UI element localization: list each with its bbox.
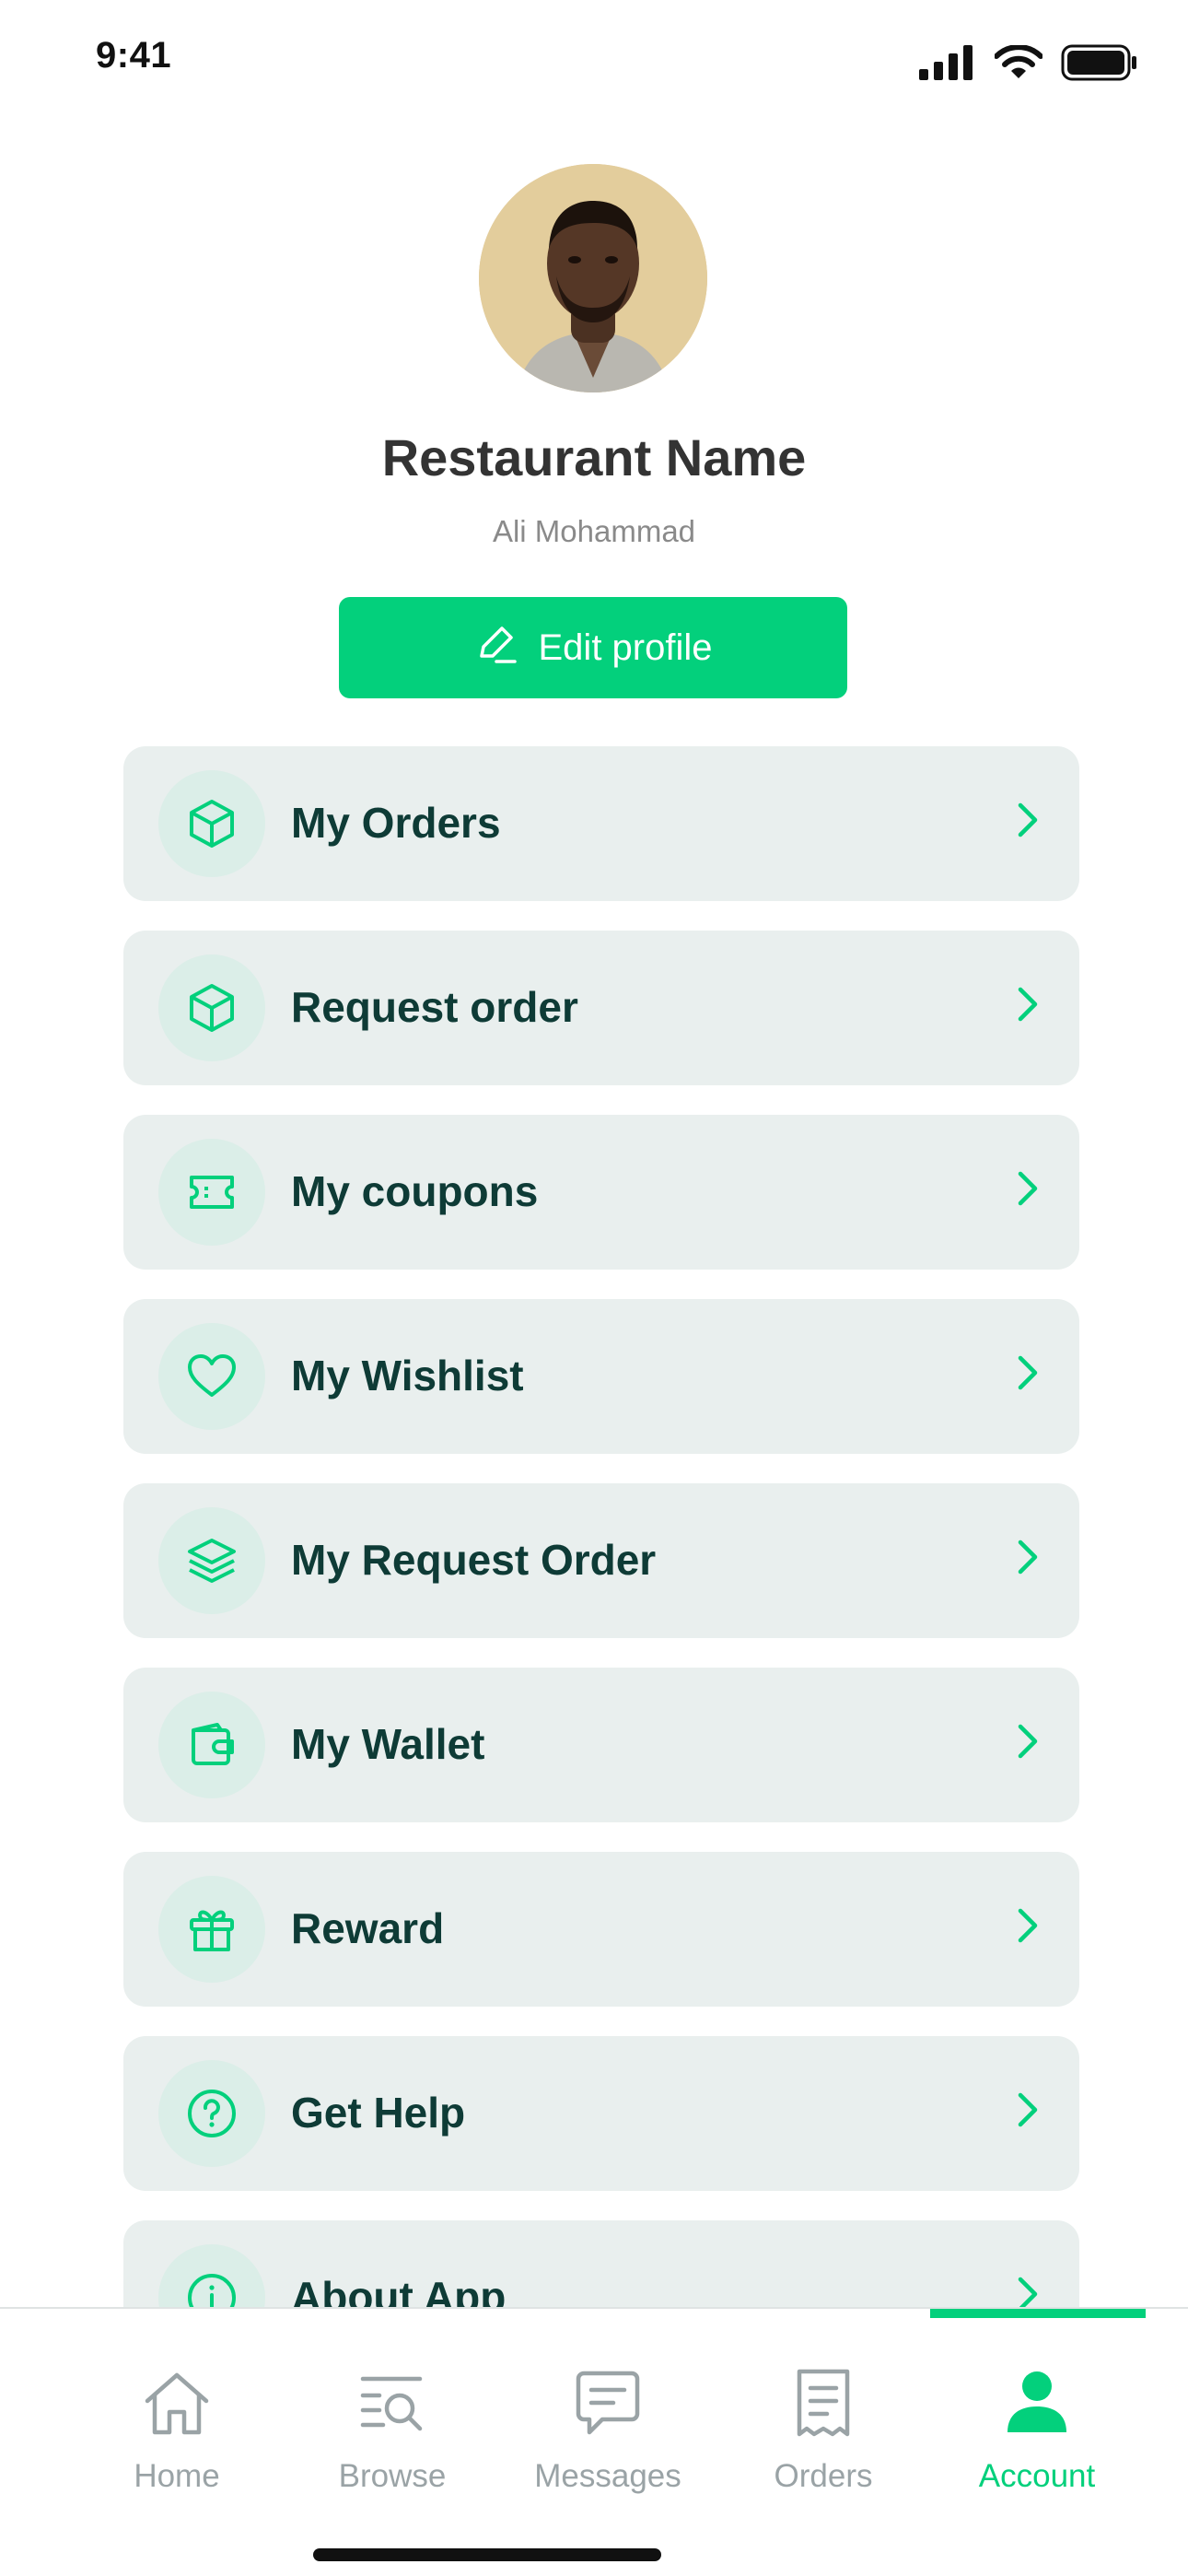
heart-icon [158,1323,265,1430]
restaurant-name: Restaurant Name [381,428,807,486]
chevron-right-icon [1009,1163,1046,1214]
home-icon [138,2364,215,2441]
menu-item-label: My Request Order [291,1536,657,1584]
menu-item-my-wallet[interactable]: My Wallet [123,1668,1079,1822]
owner-name: Ali Mohammad [492,514,696,548]
nav-item-account[interactable]: Account [945,2364,1129,2495]
layers-icon [158,1507,265,1614]
menu-item-my-orders[interactable]: My Orders [123,746,1079,901]
chevron-right-icon [1009,2084,1046,2136]
nav-item-messages[interactable]: Messages [516,2364,700,2495]
nav-item-browse[interactable]: Browse [300,2364,484,2495]
chevron-right-icon [1009,1715,1046,1767]
chevron-right-icon [1009,978,1046,1030]
menu-item-get-help[interactable]: Get Help [123,2036,1079,2191]
menu-item-my-coupons[interactable]: My coupons [123,1115,1079,1270]
chevron-right-icon [1009,1900,1046,1951]
pencil-icon [474,621,518,674]
menu-item-label: My Orders [291,799,501,847]
nav-label: Orders [774,2458,873,2494]
menu-item-reward[interactable]: Reward [123,1852,1079,2007]
edit-profile-label: Edit profile [538,626,713,668]
signal-icon [919,45,976,85]
user-icon [998,2364,1076,2441]
status-icons [919,44,1138,86]
menu-item-label: Reward [291,1904,445,1952]
box-icon [158,770,265,877]
browse-icon [354,2364,431,2441]
bottom-nav: Home Browse Messages Orders Account [0,2307,1188,2576]
menu-item-label: About App [291,2273,507,2307]
info-icon [158,2244,265,2307]
status-time: 9:41 [96,35,172,76]
home-indicator [313,2548,661,2561]
nav-item-orders[interactable]: Orders [731,2364,915,2495]
menu-item-label: My Wishlist [291,1352,524,1399]
menu-list[interactable]: My Orders Request order My coupons My Wi… [0,728,1188,2307]
ticket-icon [158,1139,265,1246]
menu-item-label: Get Help [291,2089,466,2137]
nav-item-home[interactable]: Home [85,2364,269,2495]
active-tab-indicator [930,2309,1146,2318]
menu-item-label: Request order [291,983,578,1031]
nav-label: Messages [534,2458,681,2494]
nav-label: Browse [338,2458,447,2494]
menu-item-label: My coupons [291,1167,539,1215]
receipt-icon [785,2364,862,2441]
wallet-icon [158,1692,265,1798]
nav-label: Home [134,2458,220,2494]
avatar[interactable] [479,164,707,392]
wifi-icon [994,44,1043,85]
battery-icon [1061,44,1138,86]
message-icon [569,2364,646,2441]
nav-label: Account [978,2458,1096,2494]
gift-icon [158,1876,265,1983]
chevron-right-icon [1009,1531,1046,1583]
menu-item-request-order[interactable]: Request order [123,931,1079,1085]
menu-item-my-wishlist[interactable]: My Wishlist [123,1299,1079,1454]
help-circle-icon [158,2060,265,2167]
menu-item-label: My Wallet [291,1720,485,1768]
chevron-right-icon [1009,1347,1046,1399]
menu-item-about-app[interactable]: About App [123,2220,1079,2307]
chevron-right-icon [1009,794,1046,846]
box-icon [158,954,265,1061]
status-bar: 9:41 [0,0,1188,120]
edit-profile-button[interactable]: Edit profile [339,597,847,698]
chevron-right-icon [1009,2268,1046,2307]
menu-item-my-request-order[interactable]: My Request Order [123,1483,1079,1638]
